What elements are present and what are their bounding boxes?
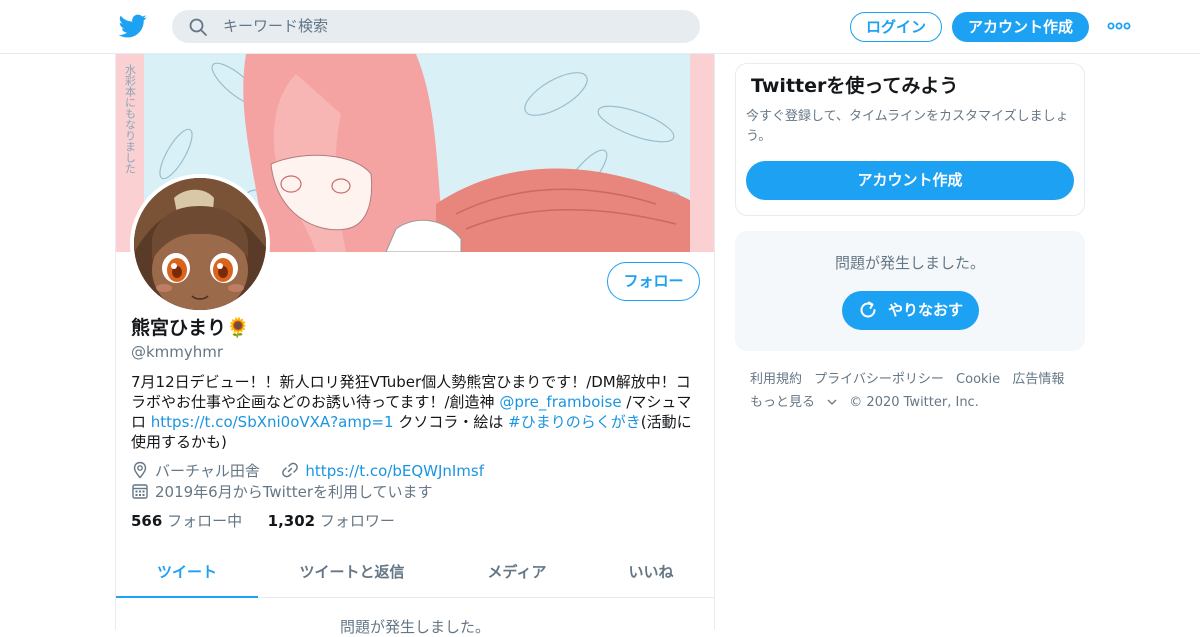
footer-link-terms[interactable]: 利用規約 [750,368,802,391]
footer-links: 利用規約 プライバシーポリシー Cookie 広告情報 もっと見る © 2020… [750,368,1080,414]
timeline-error-message: 問題が発生しました。 [339,618,490,636]
profile-display-name: 熊宮ひまり🌻 [131,317,250,339]
tab-tweets[interactable]: ツイート [116,549,258,598]
following-stat[interactable]: 566 フォロー中 [131,512,242,530]
profile-bio: 7月12日デビュー！！新人ロリ発狂VTuber個人勢熊宮ひまりです！/DM解放中… [131,372,701,452]
following-label: フォロー中 [167,512,243,530]
signup-promo-card: Twitterを使ってみよう 今すぐ登録して、タイムラインをカスタマイズしましょ… [735,63,1085,216]
signup-button[interactable]: アカウント作成 [952,12,1089,42]
profile-joined-date: 2019年6月からTwitterを利用しています [155,483,433,501]
search-placeholder: キーワード検索 [223,17,329,35]
followers-count: 1,302 [267,512,316,530]
tab-media[interactable]: メディア [446,549,588,598]
sidebar-error-message: 問題が発生しました。 [834,254,985,272]
link-icon [282,462,299,478]
bio-url-link[interactable]: https://t.co/SbXni0oVXA?amp=1 [151,413,394,431]
search-box[interactable]: キーワード検索 [172,10,700,43]
retry-button[interactable]: やりなおす [842,291,979,330]
profile-location: バーチャル田舎 [155,462,260,480]
profile-stats: 566 フォロー中 1,302 フォロワー [131,511,395,531]
banner-vertical-text: 水彩本にもなりました [124,64,137,174]
promo-signup-button[interactable]: アカウント作成 [746,161,1074,200]
login-button[interactable]: ログイン [850,12,942,42]
footer-more-label: もっと見る [750,395,816,410]
bio-hashtag-link[interactable]: #ひまりのらくがき [508,413,641,431]
promo-card-text: 今すぐ登録して、タイムラインをカスタマイズしましょう。 [746,109,1069,144]
followers-stat[interactable]: 1,302 フォロワー [268,512,395,530]
follow-button[interactable]: フォロー [607,262,700,301]
following-count: 566 [131,512,163,530]
profile-meta-location-website: バーチャル田舎 https://t.co/bEQWJnImsf [131,461,484,481]
sidebar-error-panel: 問題が発生しました。 やりなおす [735,231,1085,351]
profile-meta-joined: 2019年6月からTwitterを利用しています [131,482,433,502]
retry-label: やりなおす [888,301,964,319]
profile-tabs: ツイート ツイートと返信 メディア いいね [116,549,714,598]
footer-link-ads-info[interactable]: 広告情報 [1012,368,1064,391]
profile-handle[interactable]: @kmmyhmr [131,342,223,362]
bio-mention-link[interactable]: @pre_framboise [499,393,621,411]
profile-column: 水彩本にもなりました フォロー 熊宮ひまり🌻 @kmmyhmr 7月12日デビュ… [115,54,715,636]
footer-link-privacy[interactable]: プライバシーポリシー [814,368,944,391]
refresh-icon [860,301,876,318]
profile-avatar[interactable] [130,174,270,314]
footer-link-more[interactable]: もっと見る [750,391,837,414]
footer-copyright: © 2020 Twitter, Inc. [849,395,979,410]
avatar-illustration [134,178,266,310]
promo-card-title: Twitterを使ってみよう [751,75,959,97]
bio-text: クソコラ・絵は [393,413,509,431]
top-navigation-bar: キーワード検索 ログイン アカウント作成 [0,0,1200,54]
chevron-down-icon [827,399,837,405]
twitter-bird-logo-icon[interactable] [119,12,147,40]
followers-label: フォロワー [319,512,395,530]
tab-likes[interactable]: いいね [588,549,714,598]
search-icon [189,18,207,36]
more-options-icon[interactable] [1107,18,1131,34]
footer-link-cookie[interactable]: Cookie [956,368,1000,391]
location-pin-icon [133,461,147,479]
calendar-icon [132,484,148,499]
profile-website-link[interactable]: https://t.co/bEQWJnImsf [305,462,484,480]
tab-tweets-and-replies[interactable]: ツイートと返信 [258,549,446,598]
